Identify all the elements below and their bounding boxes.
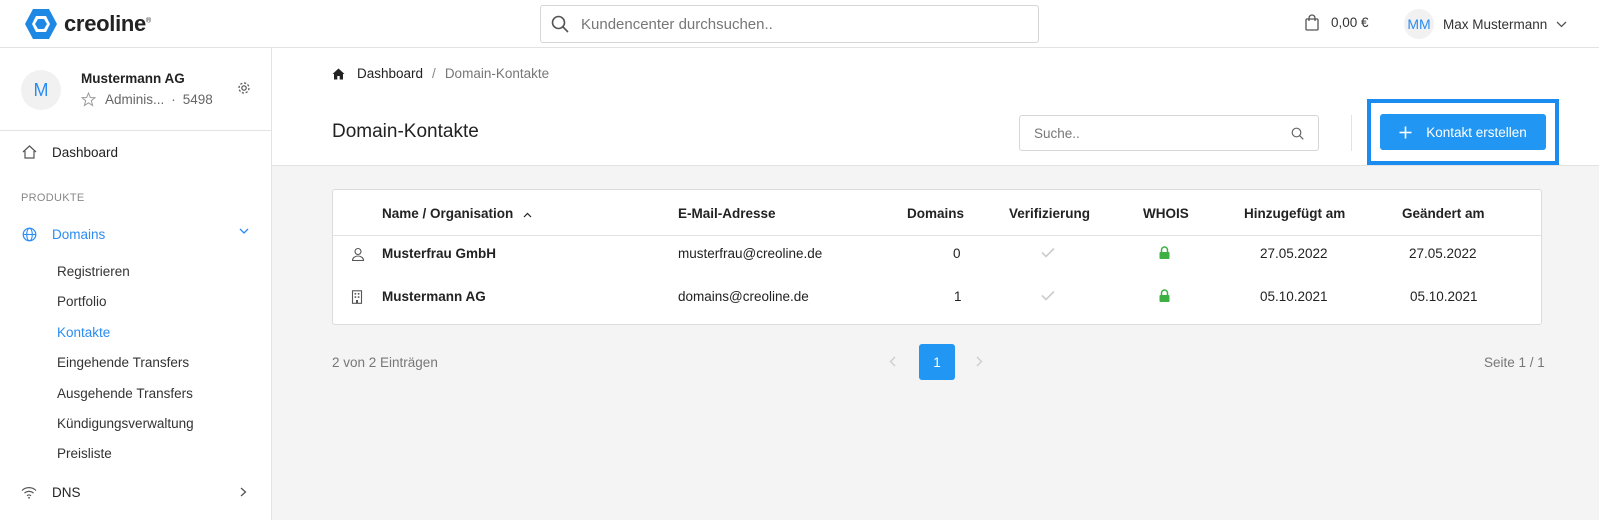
- sort-ascending-icon: [523, 212, 532, 218]
- contact-domains: 1: [954, 289, 962, 304]
- column-header-domains[interactable]: Domains: [907, 206, 964, 221]
- home-outline-icon: [22, 145, 36, 159]
- header-divider: [333, 235, 1541, 236]
- contact-name: Mustermann AG: [382, 289, 486, 304]
- column-header-verification[interactable]: Verifizierung: [1009, 206, 1090, 221]
- check-icon: [1041, 290, 1055, 301]
- breadcrumb: Dashboard / Domain-Kontakte: [332, 66, 549, 81]
- chevron-right-icon: [240, 487, 247, 497]
- sidebar-item-dns[interactable]: DNS: [0, 477, 271, 507]
- cart-amount: 0,00 €: [1331, 15, 1369, 30]
- account-name: Mustermann AG: [81, 71, 185, 86]
- create-contact-button[interactable]: Kontakt erstellen: [1380, 114, 1546, 150]
- star-icon[interactable]: [81, 92, 96, 107]
- entry-count: 2 von 2 Einträgen: [332, 355, 438, 370]
- page-button[interactable]: 1: [919, 344, 955, 380]
- brand-name: creoline®: [64, 11, 151, 36]
- sidebar-subitem-kuendigungsverwaltung[interactable]: Kündigungsverwaltung: [57, 416, 194, 431]
- page-info: Seite 1 / 1: [1484, 355, 1545, 370]
- cart-button[interactable]: 0,00 €: [1305, 14, 1369, 31]
- account-panel: M Mustermann AG Adminis... · 5498: [0, 48, 271, 131]
- home-icon[interactable]: [332, 68, 345, 80]
- account-role: Adminis...: [105, 92, 165, 107]
- header-divider: [1351, 115, 1352, 151]
- sidebar-item-label: Dashboard: [52, 144, 119, 160]
- contact-changed: 27.05.2022: [1409, 246, 1477, 261]
- page-header: Dashboard / Domain-Kontakte Domain-Konta…: [272, 48, 1599, 166]
- sidebar-subitem-ausgehende-transfers[interactable]: Ausgehende Transfers: [57, 386, 193, 401]
- user-name: Max Mustermann: [1443, 16, 1548, 32]
- contact-added: 27.05.2022: [1260, 246, 1328, 261]
- contact-email: domains@creoline.de: [678, 289, 809, 304]
- contact-email: musterfrau@creoline.de: [678, 246, 823, 261]
- create-contact-label: Kontakt erstellen: [1426, 124, 1527, 140]
- sidebar-item-dashboard[interactable]: Dashboard: [0, 137, 271, 167]
- contact-name: Musterfrau GmbH: [382, 246, 497, 261]
- contact-added: 05.10.2021: [1260, 289, 1328, 304]
- gear-icon[interactable]: [237, 81, 251, 95]
- chevron-right-icon[interactable]: [976, 356, 983, 367]
- sidebar-item-domains[interactable]: Domains: [0, 219, 271, 249]
- column-header-email[interactable]: E-Mail-Adresse: [678, 206, 776, 221]
- column-header-whois[interactable]: WHOIS: [1143, 206, 1189, 221]
- wifi-icon: [21, 486, 37, 499]
- chevron-down-icon: [239, 228, 249, 234]
- column-header-changed[interactable]: Geändert am: [1402, 206, 1485, 221]
- contacts-search[interactable]: [1019, 115, 1319, 151]
- contact-domains: 0: [953, 246, 961, 261]
- creoline-logo-icon: [25, 9, 57, 39]
- contacts-table: Name / Organisation E-Mail-Adresse Domai…: [332, 189, 1542, 325]
- chevron-left-icon[interactable]: [889, 356, 896, 367]
- global-search-input[interactable]: [581, 15, 1001, 33]
- sidebar-item-label: DNS: [52, 484, 81, 500]
- search-icon: [551, 15, 569, 33]
- breadcrumb-current: Domain-Kontakte: [444, 66, 550, 81]
- chevron-down-icon: [1556, 21, 1567, 27]
- account-number: 5498: [182, 92, 213, 107]
- column-header-added[interactable]: Hinzugefügt am: [1244, 206, 1345, 221]
- sidebar-subitem-registrieren[interactable]: Registrieren: [57, 264, 130, 279]
- contact-changed: 05.10.2021: [1410, 289, 1478, 304]
- breadcrumb-separator: /: [432, 66, 436, 81]
- shopping-bag-icon: [1305, 14, 1319, 31]
- breadcrumb-home[interactable]: Dashboard: [357, 66, 423, 81]
- account-meta: Adminis... · 5498: [81, 92, 213, 107]
- account-separator: ·: [171, 92, 176, 107]
- building-icon: [351, 290, 363, 304]
- person-icon: [351, 247, 365, 261]
- sidebar-subitem-eingehende-transfers[interactable]: Eingehende Transfers: [57, 355, 189, 370]
- contacts-search-input[interactable]: [1034, 125, 1264, 141]
- account-avatar: M: [21, 70, 61, 110]
- check-icon: [1041, 247, 1055, 258]
- lock-icon: [1159, 289, 1170, 302]
- user-menu[interactable]: MM Max Mustermann: [1404, 9, 1567, 39]
- sidebar: M Mustermann AG Adminis... · 5498 Dashbo…: [0, 48, 272, 520]
- globe-icon: [22, 227, 36, 241]
- sidebar-subitem-preisliste[interactable]: Preisliste: [57, 446, 112, 461]
- search-icon[interactable]: [1291, 127, 1304, 140]
- global-search[interactable]: [540, 5, 1039, 43]
- top-bar: creoline® 0,00 € MM Max Mustermann: [0, 0, 1599, 48]
- plus-icon: [1399, 126, 1412, 138]
- user-avatar: MM: [1404, 9, 1434, 39]
- lock-icon: [1159, 246, 1170, 259]
- sidebar-section-label: PRODUKTE: [21, 192, 85, 204]
- page-title: Domain-Kontakte: [332, 121, 479, 142]
- column-header-name[interactable]: Name / Organisation: [382, 206, 532, 221]
- brand-logo[interactable]: creoline®: [24, 8, 151, 40]
- sidebar-subitem-portfolio[interactable]: Portfolio: [57, 294, 107, 309]
- sidebar-subitem-kontakte[interactable]: Kontakte: [57, 325, 110, 340]
- sidebar-item-label: Domains: [52, 226, 106, 242]
